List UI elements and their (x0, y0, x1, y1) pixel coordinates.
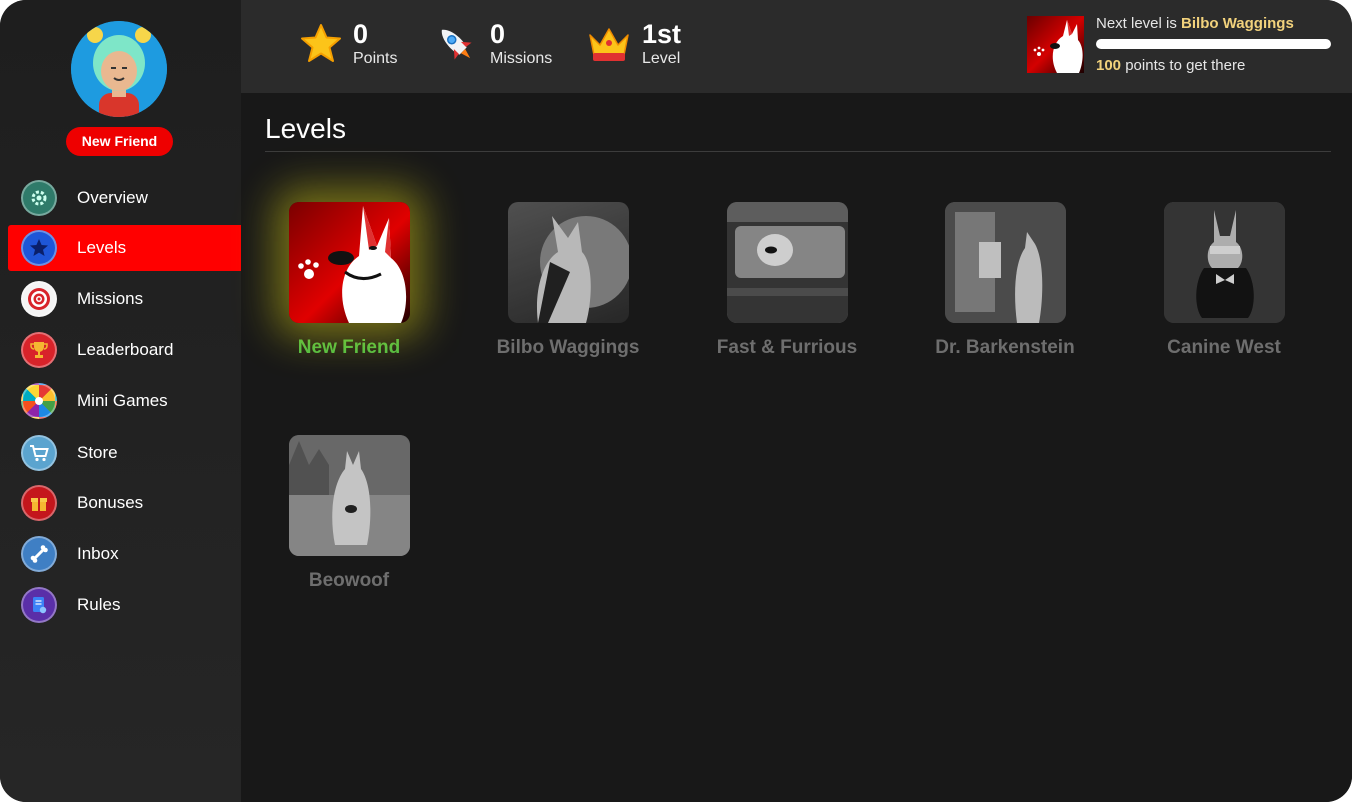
rocket-icon (441, 29, 472, 60)
locked-level-art-icon (1163, 202, 1285, 323)
next-level-progress-bar (1096, 39, 1331, 49)
star-icon (301, 24, 341, 62)
missions-stat: 0 Missions (432, 14, 552, 74)
level-image (1163, 202, 1285, 323)
level-image (288, 435, 410, 556)
app-window: New Friend Overview Levels Missions Lead… (0, 0, 1352, 802)
level-image (288, 202, 410, 323)
level-name: Beowoof (308, 570, 390, 591)
level-value: 1st (642, 19, 682, 49)
level-stat: 1st Level (586, 14, 681, 74)
cart-icon (21, 435, 57, 471)
wheel-icon (21, 383, 57, 419)
sidebar-item-label: Levels (77, 238, 127, 257)
sidebar-item-label: Bonuses (77, 493, 144, 512)
dog-icon (1033, 20, 1083, 73)
next-level-name: Bilbo Waggings (1181, 15, 1294, 32)
level-image (726, 202, 848, 323)
sidebar-item-rules[interactable]: Rules (8, 582, 241, 628)
missions-label: Missions (490, 50, 553, 67)
target-icon (21, 281, 57, 317)
level-image (507, 202, 629, 323)
level-name: New Friend (297, 337, 401, 358)
sidebar-item-leaderboard[interactable]: Leaderboard (8, 327, 241, 373)
next-level-thumbnail (1027, 16, 1084, 73)
bone-icon (21, 536, 57, 572)
level-tile-fast-furrious[interactable]: Fast & Furrious (687, 202, 887, 359)
sidebar-item-label: Missions (77, 289, 144, 308)
main-content: Levels New Friend Bilbo Waggings Fast & … (241, 93, 1352, 802)
level-tile-canine-west[interactable]: Canine West (1124, 202, 1324, 359)
level-tile-dr-barkenstein[interactable]: Dr. Barkenstein (905, 202, 1105, 359)
sidebar-item-mini-games[interactable]: Mini Games (8, 378, 241, 424)
profile-level-badge: New Friend (66, 127, 173, 156)
avatar[interactable] (71, 21, 167, 117)
sidebar-item-label: Store (77, 443, 118, 462)
locked-level-art-icon (536, 216, 629, 323)
points-needed-suffix: points to get there (1125, 57, 1246, 74)
stats-bar: 0 Points 0 Missions 1st Level Next level… (241, 0, 1352, 93)
level-name: Fast & Furrious (716, 337, 858, 358)
sidebar-item-label: Leaderboard (77, 340, 174, 359)
sidebar-item-label: Mini Games (77, 391, 168, 410)
gift-icon (21, 485, 57, 521)
avatar-icon (71, 21, 167, 117)
points-stat: 0 Points (299, 14, 397, 74)
sidebar-item-levels[interactable]: Levels (8, 225, 241, 271)
sidebar-item-bonuses[interactable]: Bonuses (8, 480, 241, 526)
locked-level-art-icon (944, 202, 1066, 323)
level-name: Dr. Barkenstein (935, 337, 1075, 358)
points-label: Points (353, 50, 398, 67)
sidebar-item-missions[interactable]: Missions (8, 276, 241, 322)
level-label: Level (642, 50, 681, 67)
star-icon (21, 230, 57, 266)
missions-value: 0 (490, 19, 506, 49)
sidebar-item-label: Inbox (77, 544, 119, 563)
locked-level-art-icon (726, 202, 848, 323)
next-level-prefix: Next level is (1096, 15, 1177, 32)
points-value: 0 (353, 19, 369, 49)
sidebar-item-label: Rules (77, 595, 121, 614)
dog-icon (297, 206, 406, 323)
page-title: Levels (265, 113, 346, 144)
locked-level-art-icon (288, 435, 410, 556)
next-level-text: Next level is Bilbo Waggings (1096, 15, 1294, 32)
level-name: Canine West (1167, 337, 1281, 358)
trophy-icon (21, 332, 57, 368)
points-needed-text: 100 points to get there (1096, 57, 1245, 74)
crown-icon (589, 28, 629, 61)
level-name: Bilbo Waggings (496, 337, 640, 358)
sidebar-item-overview[interactable]: Overview (8, 175, 241, 221)
gear-icon (21, 180, 57, 216)
sidebar-item-store[interactable]: Store (8, 430, 241, 476)
sidebar-item-inbox[interactable]: Inbox (8, 531, 241, 577)
points-needed-value: 100 (1096, 57, 1122, 74)
next-level-panel: Next level is Bilbo Waggings 100 points … (1027, 15, 1332, 75)
document-icon (21, 587, 57, 623)
level-tile-bilbo-waggings[interactable]: Bilbo Waggings (468, 202, 668, 359)
level-image (944, 202, 1066, 323)
sidebar-item-label: Overview (77, 188, 148, 207)
level-tile-beowoof[interactable]: Beowoof (249, 435, 449, 592)
sidebar: New Friend Overview Levels Missions Lead… (0, 0, 241, 802)
title-divider (265, 151, 1331, 152)
level-tile-new-friend[interactable]: New Friend (249, 202, 449, 359)
